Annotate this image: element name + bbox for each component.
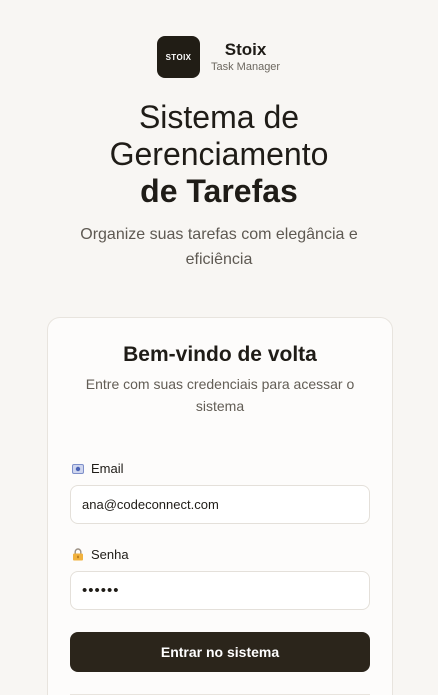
login-title: Bem-vindo de volta <box>123 343 317 366</box>
login-subtitle: Entre com suas credenciais para acessar … <box>85 376 355 414</box>
brand-header: STOIX Stoix Task Manager <box>157 36 280 78</box>
password-label-text: Senha <box>91 547 129 562</box>
email-icon <box>71 462 85 476</box>
brand-text: Stoix Task Manager <box>211 40 280 74</box>
brand-logo-text: STOIX <box>165 52 192 62</box>
password-label: Senha <box>71 547 129 562</box>
email-field[interactable] <box>70 485 370 524</box>
email-label-text: Email <box>91 461 124 476</box>
login-page: STOIX Stoix Task Manager Sistema de Gere… <box>0 0 438 695</box>
lock-icon <box>71 548 85 562</box>
brand-logo: STOIX <box>157 36 200 78</box>
hero-description: Organize suas tarefas com elegância e ef… <box>80 226 358 268</box>
hero-title-line-2: Gerenciamento <box>109 136 329 172</box>
email-label: Email <box>71 461 124 476</box>
brand-subtitle: Task Manager <box>211 61 281 73</box>
brand-name: Stoix <box>224 40 267 59</box>
hero-title-line-1: Sistema de <box>138 99 300 135</box>
hero-title: Sistema de Gerenciamento de Tarefas <box>0 99 438 210</box>
submit-button[interactable]: Entrar no sistema <box>70 632 370 672</box>
password-field[interactable] <box>70 571 370 610</box>
login-card: Bem-vindo de volta Entre com suas creden… <box>47 317 393 695</box>
hero-title-line-3: de Tarefas <box>140 173 298 209</box>
